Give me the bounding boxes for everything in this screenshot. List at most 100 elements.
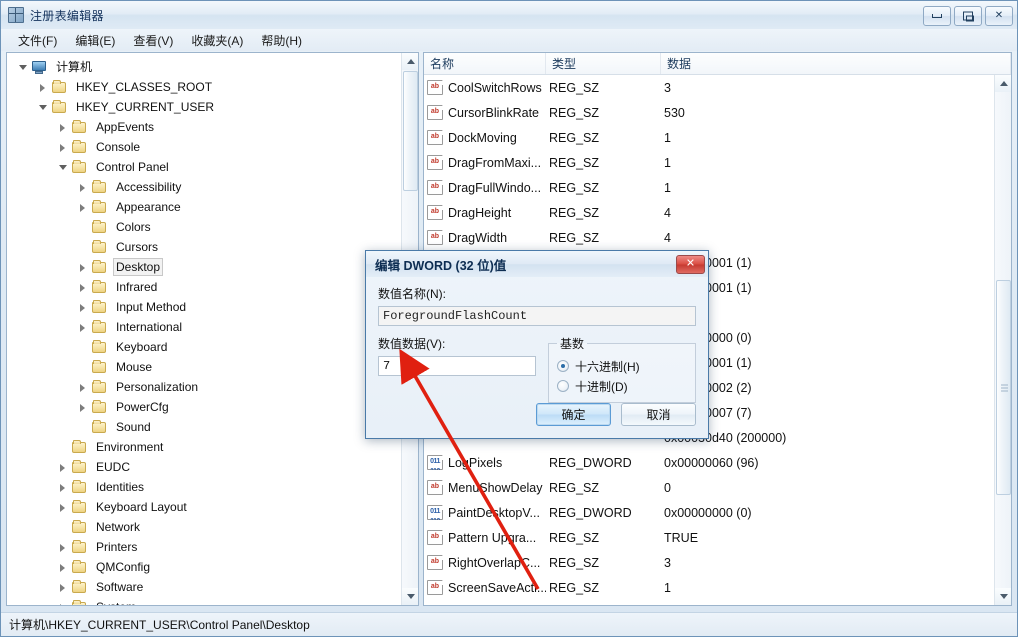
folder-icon [91, 240, 108, 254]
tree-item-system[interactable]: System [11, 597, 401, 605]
chevron-right-icon[interactable] [57, 601, 70, 605]
cell-data-text: 0 [664, 480, 671, 495]
tree-item-hkey-classes-root[interactable]: HKEY_CLASSES_ROOT [11, 77, 401, 97]
chevron-right-icon[interactable] [77, 401, 90, 414]
list-scroll-up-arrow[interactable] [995, 75, 1011, 92]
table-row[interactable]: ab Pattern Upgra... REG_SZ TRUE [424, 525, 994, 550]
tree-item-network[interactable]: Network [11, 517, 401, 537]
chevron-down-icon[interactable] [57, 161, 70, 174]
menu-item-4[interactable]: 帮助(H) [252, 30, 311, 51]
chevron-right-icon[interactable] [77, 381, 90, 394]
tree-item-keyboard-layout[interactable]: Keyboard Layout [11, 497, 401, 517]
cancel-button[interactable]: 取消 [621, 403, 696, 426]
chevron-right-icon[interactable] [57, 541, 70, 554]
chevron-right-icon[interactable] [57, 121, 70, 134]
tree-item-qmconfig[interactable]: QMConfig [11, 557, 401, 577]
tree-item-keyboard[interactable]: Keyboard [11, 337, 401, 357]
chevron-right-icon[interactable] [57, 461, 70, 474]
chevron-right-icon[interactable] [57, 501, 70, 514]
tree-item-input-method[interactable]: Input Method [11, 297, 401, 317]
tree-item-personalization[interactable]: Personalization [11, 377, 401, 397]
tree-item-software[interactable]: Software [11, 577, 401, 597]
table-row[interactable]: ab DragWidth REG_SZ 4 [424, 225, 994, 250]
base-option-hex[interactable]: 十六进制(H) [557, 356, 687, 376]
tree-expander-placeholder [77, 361, 90, 374]
tree-item-international[interactable]: International [11, 317, 401, 337]
dialog-close-icon[interactable]: ✕ [676, 254, 705, 274]
tree-scroll-thumb[interactable] [403, 71, 418, 191]
table-row[interactable]: ab DragHeight REG_SZ 4 [424, 200, 994, 225]
table-row[interactable]: ab DragFromMaxi... REG_SZ 1 [424, 150, 994, 175]
tree-item-powercfg[interactable]: PowerCfg [11, 397, 401, 417]
chevron-right-icon[interactable] [77, 201, 90, 214]
tree-item--[interactable]: 计算机 [11, 57, 401, 77]
tree-item-identities[interactable]: Identities [11, 477, 401, 497]
list-scroll-down-arrow[interactable] [995, 588, 1011, 605]
list-vertical-scrollbar[interactable] [994, 75, 1011, 605]
chevron-right-icon[interactable] [57, 141, 70, 154]
column-header-data[interactable]: 数据 [661, 53, 1011, 74]
value-data-input[interactable]: 7 [378, 356, 536, 376]
tree-item-cursors[interactable]: Cursors [11, 237, 401, 257]
chevron-right-icon[interactable] [57, 481, 70, 494]
list-scroll-thumb[interactable] [996, 280, 1011, 495]
tree-expander-placeholder [77, 221, 90, 234]
tree-item-hkey-current-user[interactable]: HKEY_CURRENT_USER [11, 97, 401, 117]
ok-button[interactable]: 确定 [536, 403, 611, 426]
menu-item-3[interactable]: 收藏夹(A) [182, 30, 252, 51]
tree-item-eudc[interactable]: EUDC [11, 457, 401, 477]
tree-item-console[interactable]: Console [11, 137, 401, 157]
tree-item-appearance[interactable]: Appearance [11, 197, 401, 217]
menu-item-2[interactable]: 查看(V) [124, 30, 182, 51]
tree-item-accessibility[interactable]: Accessibility [11, 177, 401, 197]
tree-item-control-panel[interactable]: Control Panel [11, 157, 401, 177]
tree-scroll-down-arrow[interactable] [402, 588, 418, 605]
chevron-down-icon[interactable] [37, 101, 50, 114]
table-row[interactable]: ab CoolSwitchRows REG_SZ 3 [424, 75, 994, 100]
table-row[interactable]: ab CursorBlinkRate REG_SZ 530 [424, 100, 994, 125]
table-row[interactable]: 011110 LogPixels REG_DWORD 0x00000060 (96) [424, 450, 994, 475]
chevron-down-icon[interactable] [17, 61, 30, 74]
column-header-type[interactable]: 类型 [546, 53, 661, 74]
tree-item-printers[interactable]: Printers [11, 537, 401, 557]
base-option-dec[interactable]: 十进制(D) [557, 376, 687, 396]
chevron-right-icon[interactable] [77, 181, 90, 194]
tree-item-desktop[interactable]: Desktop [11, 257, 401, 277]
table-row[interactable]: ab RightOverlapC... REG_SZ 3 [424, 550, 994, 575]
minimize-button[interactable] [923, 6, 951, 26]
edit-dword-dialog: 编辑 DWORD (32 位)值 ✕ 数值名称(N): ForegroundFl… [365, 250, 709, 439]
table-row[interactable]: ab DockMoving REG_SZ 1 [424, 125, 994, 150]
tree-item-label: HKEY_CLASSES_ROOT [76, 80, 213, 94]
menu-item-1[interactable]: 编辑(E) [66, 30, 124, 51]
tree-scroll-up-arrow[interactable] [402, 53, 418, 70]
table-row[interactable]: ab MenuShowDelay REG_SZ 0 [424, 475, 994, 500]
chevron-right-icon[interactable] [77, 321, 90, 334]
cell-data: 0x00000001 (1) [661, 356, 994, 370]
window-title: 注册表编辑器 [30, 8, 104, 23]
table-row[interactable]: ab DragFullWindo... REG_SZ 1 [424, 175, 994, 200]
menu-item-0[interactable]: 文件(F) [9, 30, 66, 51]
tree-item-colors[interactable]: Colors [11, 217, 401, 237]
cell-name: ab DragFullWindo... [424, 180, 546, 195]
base-group-label: 基数 [560, 337, 585, 351]
chevron-right-icon[interactable] [77, 281, 90, 294]
chevron-right-icon[interactable] [77, 301, 90, 314]
tree-item-infrared[interactable]: Infrared [11, 277, 401, 297]
chevron-right-icon[interactable] [57, 581, 70, 594]
close-button[interactable]: ✕ [985, 6, 1013, 26]
table-row[interactable]: 011110 PaintDesktopV... REG_DWORD 0x0000000… [424, 500, 994, 525]
tree-item-sound[interactable]: Sound [11, 417, 401, 437]
tree-item-mouse[interactable]: Mouse [11, 357, 401, 377]
base-group: 基数 十六进制(H) 十进制(D) [548, 335, 696, 403]
value-name-input[interactable]: ForegroundFlashCount [378, 306, 696, 326]
table-row[interactable]: ab ScreenSaveActi... REG_SZ 1 [424, 575, 994, 600]
column-header-name[interactable]: 名称 [424, 53, 546, 74]
tree-item-label: Cursors [116, 240, 159, 254]
maximize-button[interactable] [954, 6, 982, 26]
chevron-right-icon[interactable] [57, 561, 70, 574]
tree-item-appevents[interactable]: AppEvents [11, 117, 401, 137]
chevron-right-icon[interactable] [77, 261, 90, 274]
table-row[interactable]: abSnapSizingREG_SZ1 [424, 600, 994, 605]
chevron-right-icon[interactable] [37, 81, 50, 94]
tree-item-environment[interactable]: Environment [11, 437, 401, 457]
